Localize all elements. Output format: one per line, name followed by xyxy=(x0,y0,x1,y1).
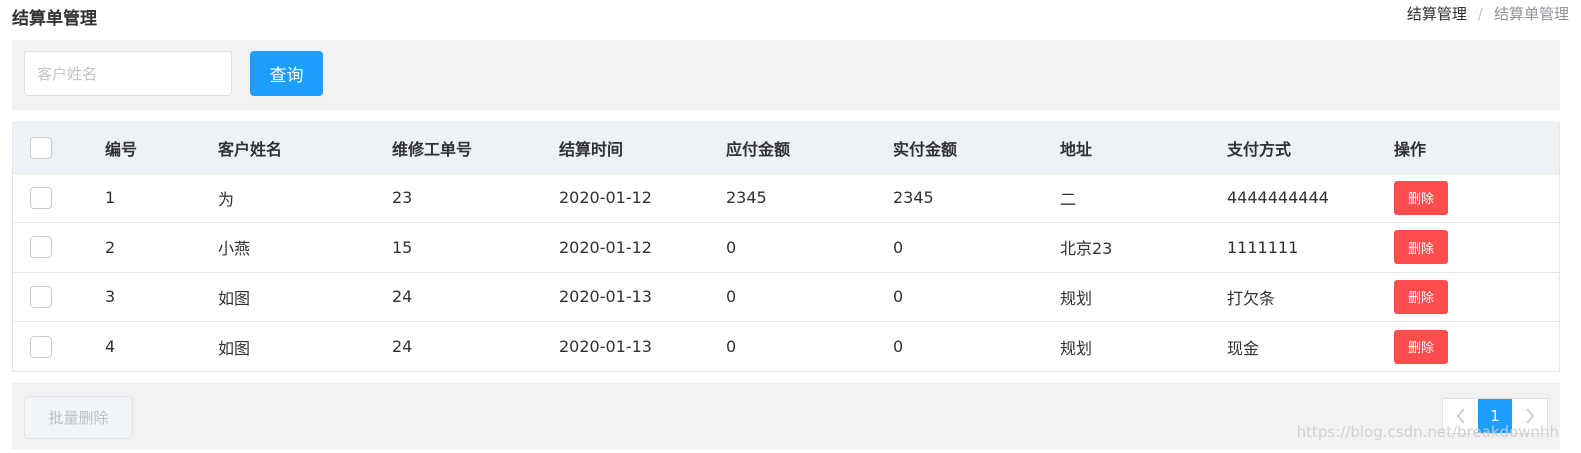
cell-id: 3 xyxy=(105,272,218,322)
table-row: 3 如图 24 2020-01-13 0 0 规划 打欠条 删除 xyxy=(13,272,1559,322)
cell-paid: 0 xyxy=(893,272,1060,322)
table-row: 2 小燕 15 2020-01-12 0 0 北京23 1111111 删除 xyxy=(13,222,1559,273)
cell-customer: 小燕 xyxy=(218,222,392,273)
pagination: 1 xyxy=(1442,398,1548,434)
cell-customer: 为 xyxy=(218,173,392,223)
select-all-checkbox[interactable] xyxy=(30,136,52,159)
delete-button[interactable]: 删除 xyxy=(1394,180,1448,215)
cell-time: 2020-01-12 xyxy=(559,222,726,273)
cell-payment: 现金 xyxy=(1227,338,1260,358)
select-all-cell xyxy=(13,123,105,174)
column-header-paid: 实付金额 xyxy=(893,123,1060,174)
column-header-payment: 支付方式 xyxy=(1227,123,1394,174)
column-header-time: 结算时间 xyxy=(559,123,726,174)
cell-id: 1 xyxy=(105,173,218,223)
cell-payable: 0 xyxy=(726,337,737,356)
cell-time: 2020-01-13 xyxy=(559,272,726,322)
column-header-customer: 客户姓名 xyxy=(218,123,392,174)
row-checkbox[interactable] xyxy=(30,335,52,358)
delete-button[interactable]: 删除 xyxy=(1394,230,1448,265)
page-number-current[interactable]: 1 xyxy=(1478,399,1512,433)
cell-paid: 0 xyxy=(893,222,1060,273)
cell-order-no: 24 xyxy=(392,272,559,322)
table-row: 4 如图 24 2020-01-13 0 0 规划 现金 删除 xyxy=(13,321,1559,371)
cell-id: 2 xyxy=(105,222,218,273)
chevron-left-icon[interactable] xyxy=(1443,399,1478,433)
cell-payment: 打欠条 xyxy=(1227,272,1394,322)
cell-order-no: 15 xyxy=(392,222,559,273)
delete-button[interactable]: 删除 xyxy=(1394,279,1448,314)
cell-order-no: 23 xyxy=(392,173,559,223)
search-panel: 查询 xyxy=(12,40,1560,110)
settlement-management-page: 结算单管理 结算管理 / 结算单管理 查询 编号 xyxy=(0,0,1581,453)
cell-paid: 0 xyxy=(893,337,904,356)
settlement-table: 编号 客户姓名 维修工单号 结算时间 应付金额 实付金额 地址 支付方式 操作 … xyxy=(12,122,1560,372)
cell-payable: 0 xyxy=(726,272,893,322)
row-checkbox[interactable] xyxy=(30,236,52,259)
query-button[interactable]: 查询 xyxy=(250,51,323,96)
breadcrumb-separator: / xyxy=(1477,4,1483,23)
cell-address: 北京23 xyxy=(1060,222,1227,273)
customer-name-search-input[interactable] xyxy=(24,51,232,96)
row-checkbox[interactable] xyxy=(30,285,52,308)
cell-payable: 2345 xyxy=(726,173,893,223)
breadcrumb-item-settlement[interactable]: 结算管理 xyxy=(1407,3,1467,24)
column-header-address: 地址 xyxy=(1060,123,1227,174)
breadcrumb: 结算管理 / 结算单管理 xyxy=(1407,3,1569,24)
cell-payable: 0 xyxy=(726,222,893,273)
cell-customer: 如图 xyxy=(218,338,251,358)
column-header-id: 编号 xyxy=(105,123,218,174)
breadcrumb-item-current: 结算单管理 xyxy=(1493,5,1569,23)
cell-id: 4 xyxy=(105,337,116,356)
column-header-payable: 应付金额 xyxy=(726,123,893,174)
cell-paid: 2345 xyxy=(893,173,1060,223)
cell-address: 二 xyxy=(1060,173,1227,223)
chevron-right-icon[interactable] xyxy=(1512,399,1547,433)
table-row: 1 为 23 2020-01-12 2345 2345 二 4444444444… xyxy=(13,173,1559,223)
cell-payment: 1111111 xyxy=(1227,222,1394,273)
cell-payment: 4444444444 xyxy=(1227,173,1394,223)
cell-address: 规划 xyxy=(1060,338,1093,358)
footer-panel: 批量删除 1 xyxy=(12,383,1560,449)
cell-address: 规划 xyxy=(1060,272,1227,322)
table-header-row: 编号 客户姓名 维修工单号 结算时间 应付金额 实付金额 地址 支付方式 操作 xyxy=(13,123,1559,174)
cell-time: 2020-01-12 xyxy=(559,173,726,223)
page-title: 结算单管理 xyxy=(12,9,97,29)
cell-customer: 如图 xyxy=(218,272,392,322)
delete-button[interactable]: 删除 xyxy=(1394,329,1448,364)
cell-time: 2020-01-13 xyxy=(559,337,652,356)
batch-delete-button[interactable]: 批量删除 xyxy=(24,396,133,439)
column-header-order-no: 维修工单号 xyxy=(392,123,559,174)
column-header-action: 操作 xyxy=(1394,123,1559,174)
row-checkbox[interactable] xyxy=(30,186,52,209)
cell-order-no: 24 xyxy=(392,337,413,356)
